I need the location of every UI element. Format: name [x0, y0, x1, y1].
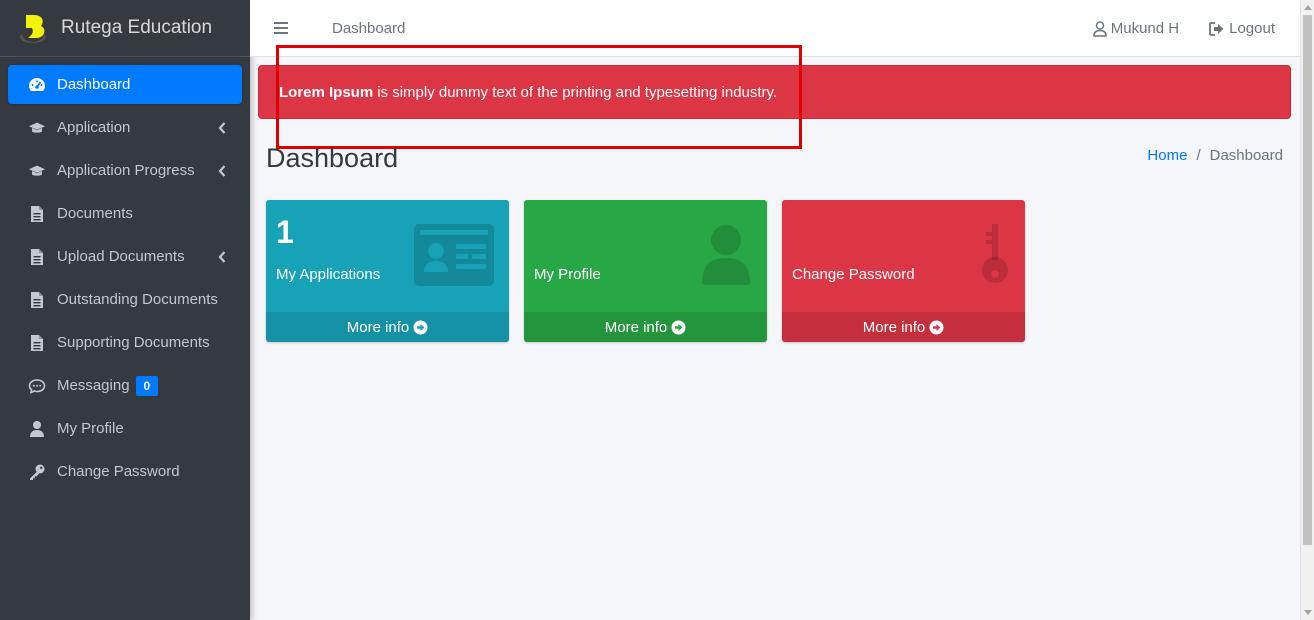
messages-count-badge: 0 [135, 375, 159, 396]
brand-name: Rutega Education [61, 17, 213, 38]
breadcrumb-separator: / [1196, 147, 1201, 164]
sign-out-icon [1209, 21, 1224, 36]
file-icon [28, 248, 46, 266]
id-card-icon [414, 224, 494, 291]
breadcrumb-home-link[interactable]: Home [1147, 147, 1187, 164]
box-label: My Applications [276, 266, 381, 283]
sidebar-nav: Dashboard Application Application Progre… [0, 57, 250, 503]
top-nav-dashboard-link[interactable]: Dashboard [332, 20, 405, 37]
more-info-label: More info [604, 318, 668, 336]
sidebar-item-label: Outstanding Documents [57, 291, 218, 308]
sidebar-item-change-password[interactable]: Change Password [8, 452, 242, 491]
applications-count: 1 [276, 214, 294, 250]
my-profile-box: My Profile More info [524, 200, 767, 342]
sidebar-item-dashboard[interactable]: Dashboard [8, 65, 242, 104]
sidebar-item-upload-documents[interactable]: Upload Documents [8, 237, 242, 276]
user-outline-icon [1092, 20, 1107, 37]
sidebar-item-label: Messaging [57, 377, 130, 394]
sidebar-item-supporting-documents[interactable]: Supporting Documents [8, 323, 242, 362]
highlight-annotation-box [276, 45, 802, 149]
brand-link[interactable]: Rutega Education [0, 0, 250, 57]
sidebar-item-label: Upload Documents [57, 248, 185, 265]
arrow-circle-right-icon [413, 320, 428, 334]
sidebar-item-my-profile[interactable]: My Profile [8, 409, 242, 448]
chevron-left-icon [218, 121, 228, 134]
comments-icon [28, 377, 46, 395]
more-info-link[interactable]: More info [266, 312, 509, 342]
sidebar-item-label: Application [57, 119, 131, 136]
graduation-cap-icon [28, 119, 46, 137]
change-password-box: Change Password More info [782, 200, 1025, 342]
tachometer-icon [28, 76, 46, 94]
page-scrollbar[interactable] [1300, 0, 1314, 620]
more-info-label: More info [346, 318, 410, 336]
more-info-link[interactable]: More info [782, 312, 1025, 342]
logout-link[interactable]: Logout [1209, 20, 1275, 37]
more-info-label: More info [862, 318, 926, 336]
arrow-circle-right-icon [671, 320, 686, 334]
arrow-circle-right-icon [929, 320, 944, 334]
key-icon [28, 463, 46, 481]
file-icon [28, 291, 46, 309]
breadcrumb-current: Dashboard [1209, 147, 1283, 164]
more-info-link[interactable]: More info [524, 312, 767, 342]
brand-logo-icon [18, 11, 52, 45]
scrollbar-thumb[interactable] [1303, 15, 1312, 545]
sidebar-item-application-progress[interactable]: Application Progress [8, 151, 242, 190]
sidebar-item-messaging[interactable]: Messaging 0 [8, 366, 242, 405]
logout-label: Logout [1229, 20, 1275, 37]
breadcrumb: Home / Dashboard [1147, 147, 1283, 164]
file-icon [28, 205, 46, 223]
sidebar-item-label: Documents [57, 205, 133, 222]
box-label: My Profile [534, 266, 601, 283]
sidebar-item-label: Supporting Documents [57, 334, 210, 351]
sidebar-item-label: My Profile [57, 420, 124, 437]
sidebar-item-label: Application Progress [57, 162, 195, 179]
user-menu[interactable]: Mukund H [1092, 20, 1180, 37]
scroll-up-arrow-icon[interactable] [1304, 5, 1312, 10]
scroll-down-arrow-icon[interactable] [1304, 610, 1312, 615]
sidebar-item-label: Change Password [57, 463, 180, 480]
box-label: Change Password [792, 266, 915, 283]
graduation-cap-icon [28, 162, 46, 180]
chevron-left-icon [218, 250, 228, 263]
key-icon [980, 224, 1010, 293]
top-nav-right: Mukund H Logout [1063, 0, 1275, 57]
user-icon [700, 224, 752, 291]
sidebar-item-application[interactable]: Application [8, 108, 242, 147]
hamburger-menu-icon[interactable] [274, 21, 288, 35]
user-icon [28, 420, 46, 438]
page-title: Dashboard [266, 143, 399, 173]
file-icon [28, 334, 46, 352]
user-name: Mukund H [1110, 20, 1180, 37]
my-applications-box: 1 My Applications More info [266, 200, 509, 342]
chevron-left-icon [218, 164, 228, 177]
sidebar-item-label: Dashboard [57, 76, 131, 93]
sidebar-item-documents[interactable]: Documents [8, 194, 242, 233]
sidebar: Rutega Education Dashboard Application A… [0, 0, 250, 620]
sidebar-item-outstanding-documents[interactable]: Outstanding Documents [8, 280, 242, 319]
